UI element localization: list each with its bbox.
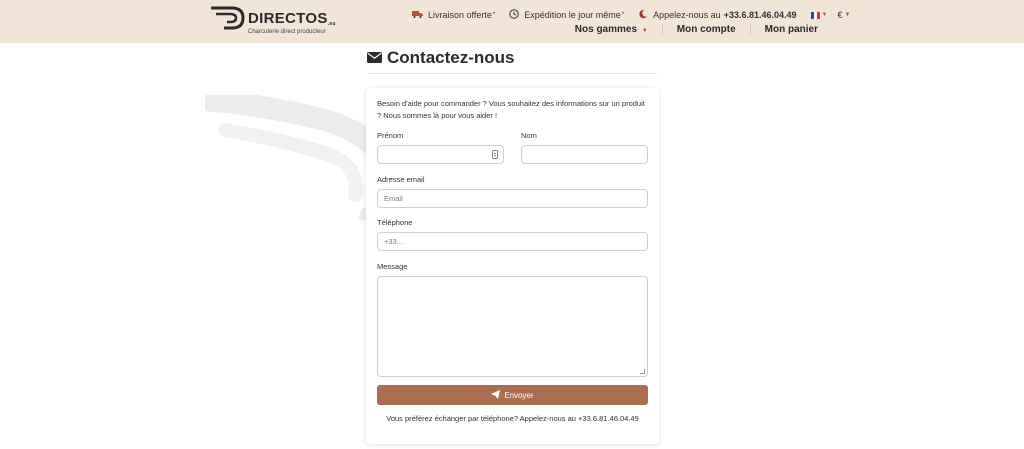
chevron-down-icon: ▼ (844, 12, 851, 18)
firstname-label: Prénom (377, 131, 404, 140)
email-label: Adresse email (377, 175, 425, 184)
phone-info[interactable]: Appelez-nous au +33.6.81.46.04.49 (638, 9, 797, 22)
logo-brand: DIRECTOS.eu (248, 10, 336, 27)
nav-item-mon-compte[interactable]: Mon compte (661, 24, 750, 35)
site-header: DIRECTOS.eu Charcuterie direct producteu… (0, 0, 1024, 43)
moon-icon (638, 9, 648, 22)
nav-item-mon-panier[interactable]: Mon panier (749, 24, 818, 35)
lastname-label: Nom (521, 131, 537, 140)
message-textarea[interactable] (377, 276, 648, 377)
message-label: Message (377, 262, 408, 271)
french-flag-icon (810, 11, 820, 19)
logo-wing-icon (211, 6, 245, 30)
chevron-down-icon: ▼ (821, 12, 828, 18)
site-logo[interactable]: DIRECTOS.eu Charcuterie direct producteu… (210, 5, 335, 39)
language-selector[interactable]: ▼ (810, 11, 828, 19)
title-divider (367, 73, 658, 74)
clock-icon (509, 8, 519, 22)
envelope-icon (367, 48, 382, 68)
resize-handle[interactable] (640, 369, 645, 374)
phone-input[interactable]: +33... (377, 232, 648, 251)
form-intro: Besoin d'aide pour commander ? Vous souh… (377, 99, 645, 120)
lastname-input[interactable] (521, 145, 648, 164)
nav-item-nos-gammes[interactable]: Nos gammes ▼ (561, 24, 662, 35)
phone-contact-note: Vous préférez échanger par téléphone? Ap… (386, 414, 639, 423)
truck-icon (412, 10, 423, 21)
shipping-info: Expédition le jour même * (509, 8, 624, 22)
chevron-down-icon: ▼ (641, 28, 648, 34)
firstname-input[interactable] (377, 145, 504, 164)
main-nav: Nos gammes ▼ Mon compte Mon panier (561, 24, 818, 35)
contact-form-card: Besoin d'aide pour commander ? Vous souh… (366, 88, 659, 444)
delivery-info: Livraison offerte * (412, 10, 495, 21)
phone-label: Téléphone (377, 218, 413, 227)
paper-plane-icon (491, 389, 501, 401)
email-input[interactable]: Email (377, 189, 648, 208)
autofill-icon[interactable] (492, 150, 498, 159)
logo-tagline: Charcuterie direct producteur (248, 29, 326, 35)
page-title: Contactez-nous (367, 48, 515, 68)
send-button[interactable]: Envoyer (377, 385, 648, 405)
header-topbar: Livraison offerte * Expédition le jour mê… (412, 8, 864, 22)
currency-selector[interactable]: € ▼ (837, 10, 850, 20)
